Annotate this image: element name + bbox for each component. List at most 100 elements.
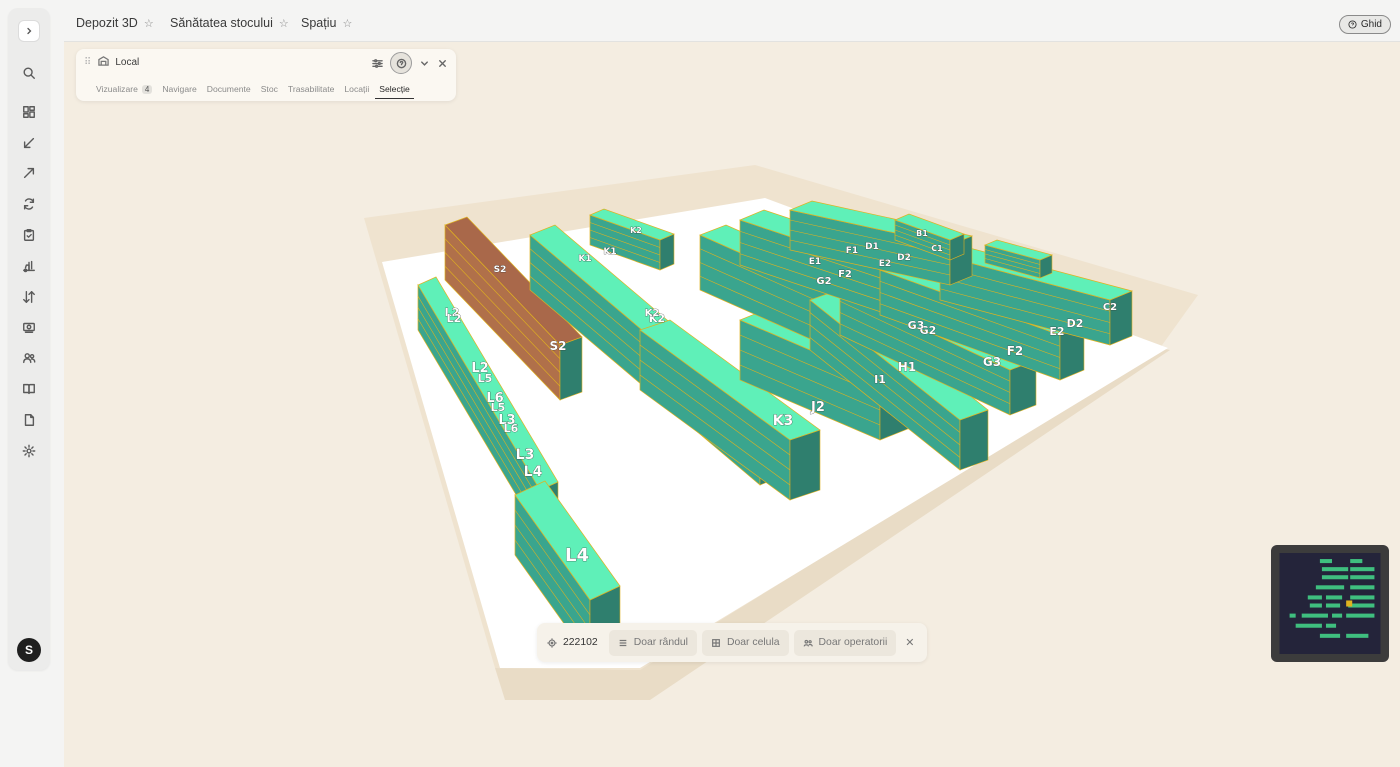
sidebar-expand-button[interactable] [18, 20, 40, 42]
outbound-arrow-icon[interactable] [16, 160, 42, 186]
rack-label: K1 [603, 247, 616, 257]
tab-selectie[interactable]: Selecție [375, 84, 414, 99]
rack-label: L2 [447, 312, 462, 325]
minimap-rack [1325, 623, 1337, 628]
users-icon[interactable] [16, 345, 42, 371]
tab-vizualizare[interactable]: Vizualizare 4 [96, 84, 153, 94]
rack-label: K2 [645, 308, 660, 319]
rack-label: E1 [809, 257, 821, 267]
local-panel: ⠿ Local Vizualizare 4 Navigare Documente… [76, 49, 456, 101]
panel-tab-list: Vizualizare 4 Navigare Documente Stoc Tr… [96, 84, 414, 99]
minimap-rack [1321, 575, 1349, 580]
rows-icon [619, 639, 627, 646]
top-tab-bar: Depozit 3D ☆ Sănătatea stocului ☆ Spațiu… [64, 0, 1400, 46]
sliders-icon[interactable] [372, 58, 383, 69]
rack-label: G3 [908, 319, 925, 332]
minimap-rack [1319, 633, 1341, 638]
transfer-icon[interactable] [16, 284, 42, 310]
rack-label: D2 [1067, 317, 1084, 330]
tab-navigare[interactable]: Navigare [162, 84, 196, 94]
rack-label: L4 [524, 464, 543, 480]
tab-label: Documente [206, 84, 251, 94]
tab-label: Stoc [260, 84, 278, 94]
sync-icon[interactable] [16, 191, 42, 217]
tab-sanatatea-stocului[interactable]: Sănătatea stocului ☆ [170, 16, 289, 30]
rack-label: G2 [816, 276, 831, 287]
minimap[interactable] [1271, 545, 1389, 662]
minimap-rack [1325, 595, 1343, 600]
count-badge: 4 [141, 84, 153, 94]
cash-icon[interactable] [16, 314, 42, 340]
tab-spatiu[interactable]: Spațiu ☆ [301, 16, 352, 30]
tab-depozit-3d[interactable]: Depozit 3D ☆ [76, 16, 154, 46]
minimap-rack [1319, 559, 1333, 564]
rack-label: F2 [1007, 344, 1024, 358]
location-code: 222102 [563, 637, 598, 648]
star-icon[interactable]: ☆ [144, 17, 154, 30]
tab-label: Trasabilitate [287, 84, 335, 94]
inbound-arrow-icon[interactable] [16, 130, 42, 156]
button-label: Doar celula [726, 637, 780, 648]
tab-stoc[interactable]: Stoc [261, 84, 278, 94]
drag-handle-icon[interactable]: ⠿ [84, 57, 91, 68]
tab-trasabilitate[interactable]: Trasabilitate [288, 84, 335, 94]
minimap-rack [1350, 585, 1375, 590]
only-row-button[interactable]: Doar rândul [608, 629, 697, 656]
selection-toolbar: 222102 Doar rândul Doar celula Doar oper… [537, 623, 927, 662]
user-avatar[interactable]: S [17, 638, 41, 662]
rack-label: J2 [810, 400, 825, 415]
only-cell-button[interactable]: Doar celula [701, 629, 789, 656]
minimap-rack [1289, 613, 1296, 618]
tab-label: Selecție [379, 84, 410, 94]
rack-d2-side [1109, 290, 1133, 346]
document-icon[interactable] [16, 407, 42, 433]
chevron-down-icon[interactable] [419, 58, 430, 69]
minimap-rack [1309, 603, 1322, 608]
help-button[interactable] [390, 52, 412, 74]
rack-label: S2 [494, 265, 507, 275]
forklift-icon[interactable] [16, 253, 42, 279]
help-circle-icon [1348, 20, 1357, 29]
close-icon[interactable] [437, 58, 448, 69]
book-icon[interactable] [16, 376, 42, 402]
rack-label: E2 [1049, 325, 1064, 338]
panel-title: Local [115, 56, 140, 68]
search-icon[interactable] [16, 60, 42, 86]
tab-label: Navigare [162, 84, 197, 94]
tab-label: Vizualizare [96, 84, 138, 94]
crosshair-icon [547, 637, 557, 648]
sidebar: S [8, 8, 50, 670]
clipboard-icon[interactable] [16, 222, 42, 248]
rack-label: L6 [504, 422, 519, 435]
people-icon [803, 639, 813, 646]
panel-header: ⠿ Local [76, 49, 456, 75]
warehouse-icon [98, 55, 110, 69]
minimap-rack [1350, 559, 1363, 564]
tab-documente[interactable]: Documente [207, 84, 251, 94]
minimap-rack [1307, 595, 1322, 600]
settings-icon[interactable] [16, 438, 42, 464]
minimap-canvas[interactable] [1279, 553, 1381, 654]
star-icon[interactable]: ☆ [342, 17, 352, 30]
rack-label: L3 [516, 447, 535, 463]
only-operators-button[interactable]: Doar operatorii [793, 629, 897, 656]
tab-locatii[interactable]: Locații [344, 84, 369, 94]
star-icon[interactable]: ☆ [279, 17, 289, 30]
rack-label: S2 [550, 339, 567, 353]
minimap-rack [1332, 613, 1343, 618]
rack-label: B1 [916, 229, 928, 238]
close-icon[interactable]: ✕ [905, 636, 914, 649]
location-indicator: 222102 [545, 637, 604, 648]
button-label: Doar rândul [633, 637, 688, 648]
rack-label: G3 [983, 355, 1001, 369]
rack-label: D1 [865, 242, 879, 252]
guide-button[interactable]: Ghid [1338, 15, 1391, 34]
dashboard-icon[interactable] [16, 99, 42, 125]
rack-label: K3 [773, 413, 794, 429]
chevron-right-icon [27, 27, 32, 35]
rack-h-side [959, 409, 989, 471]
minimap-rack [1321, 567, 1349, 572]
rack-label: C1 [931, 244, 943, 253]
rack-label: L5 [478, 372, 493, 385]
minimap-rack [1346, 613, 1375, 618]
